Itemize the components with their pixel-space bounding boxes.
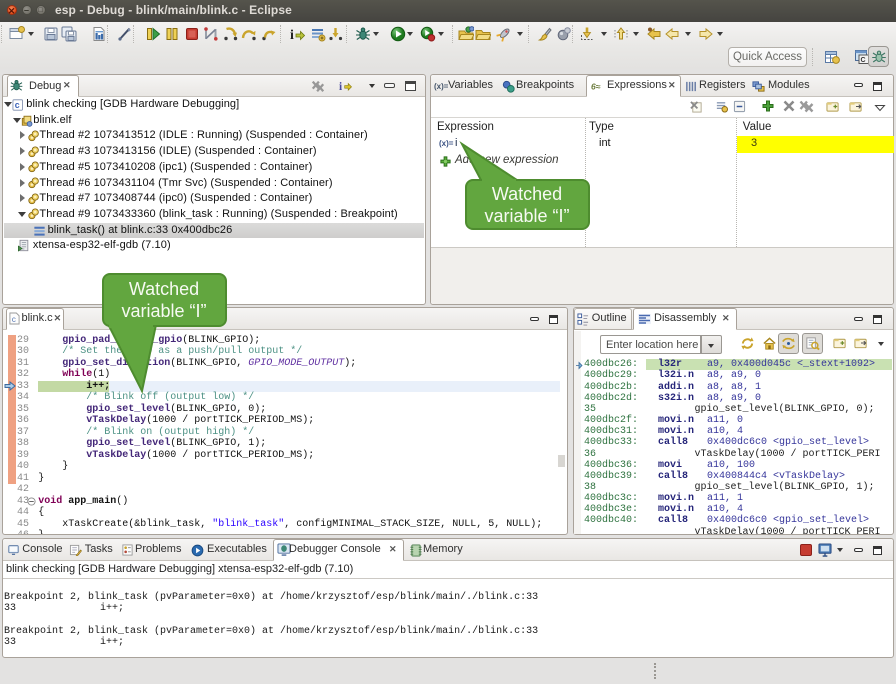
svg-text:variable “I”: variable “I” [121,301,206,321]
svg-text:i: i [339,81,342,93]
svg-text:Watched: Watched [129,279,199,299]
svg-text:(x)=: (x)= [439,139,454,148]
svg-text:C: C [861,57,866,64]
svg-text:i: i [290,28,294,42]
svg-text:c: c [15,100,20,110]
svg-text:variable “I”: variable “I” [484,206,569,226]
svg-text:Watched: Watched [492,184,562,204]
svg-text:6≈: 6≈ [591,82,601,92]
svg-text:c: c [12,315,16,324]
svg-text:(x)=: (x)= [434,82,448,91]
